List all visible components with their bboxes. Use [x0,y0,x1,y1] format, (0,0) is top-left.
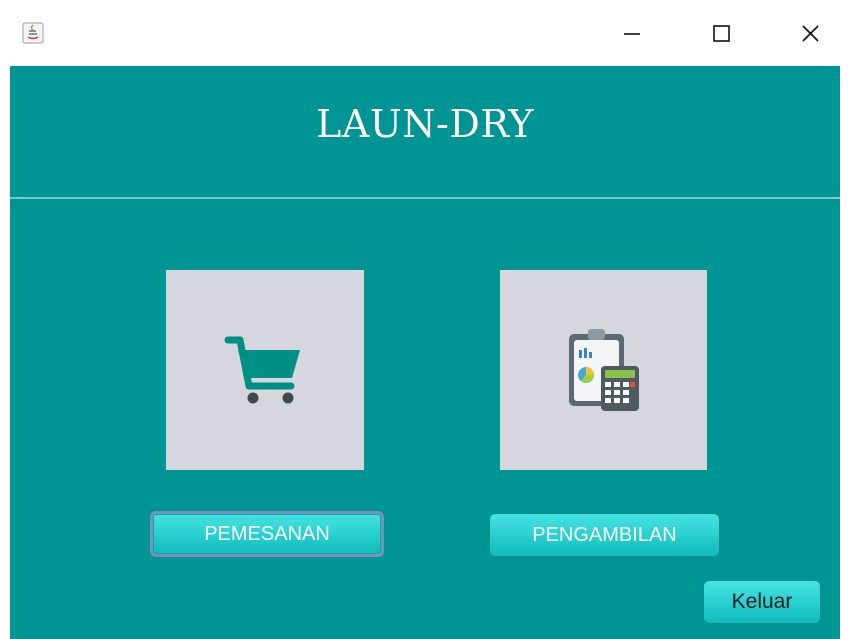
keluar-button[interactable]: Keluar [703,580,821,624]
close-button[interactable] [787,10,833,56]
minimize-icon [624,33,640,35]
close-icon [802,25,819,42]
java-app-icon[interactable] [22,22,44,44]
shopping-cart-icon [224,336,300,404]
cart-tile[interactable] [166,270,364,470]
clipboard-calculator-icon [568,329,639,411]
title-separator [10,197,840,199]
maximize-icon [713,25,730,42]
main-panel: LAUN-DRY PEMESANAN PENGAMBILAN Keluar [10,66,840,639]
report-tile[interactable] [500,270,707,470]
window-titlebar [0,0,849,66]
maximize-button[interactable] [698,10,744,56]
minimize-button[interactable] [609,10,655,56]
page-title: LAUN-DRY [316,102,534,146]
pemesanan-button[interactable]: PEMESANAN [150,511,384,557]
pengambilan-button[interactable]: PENGAMBILAN [489,513,720,557]
